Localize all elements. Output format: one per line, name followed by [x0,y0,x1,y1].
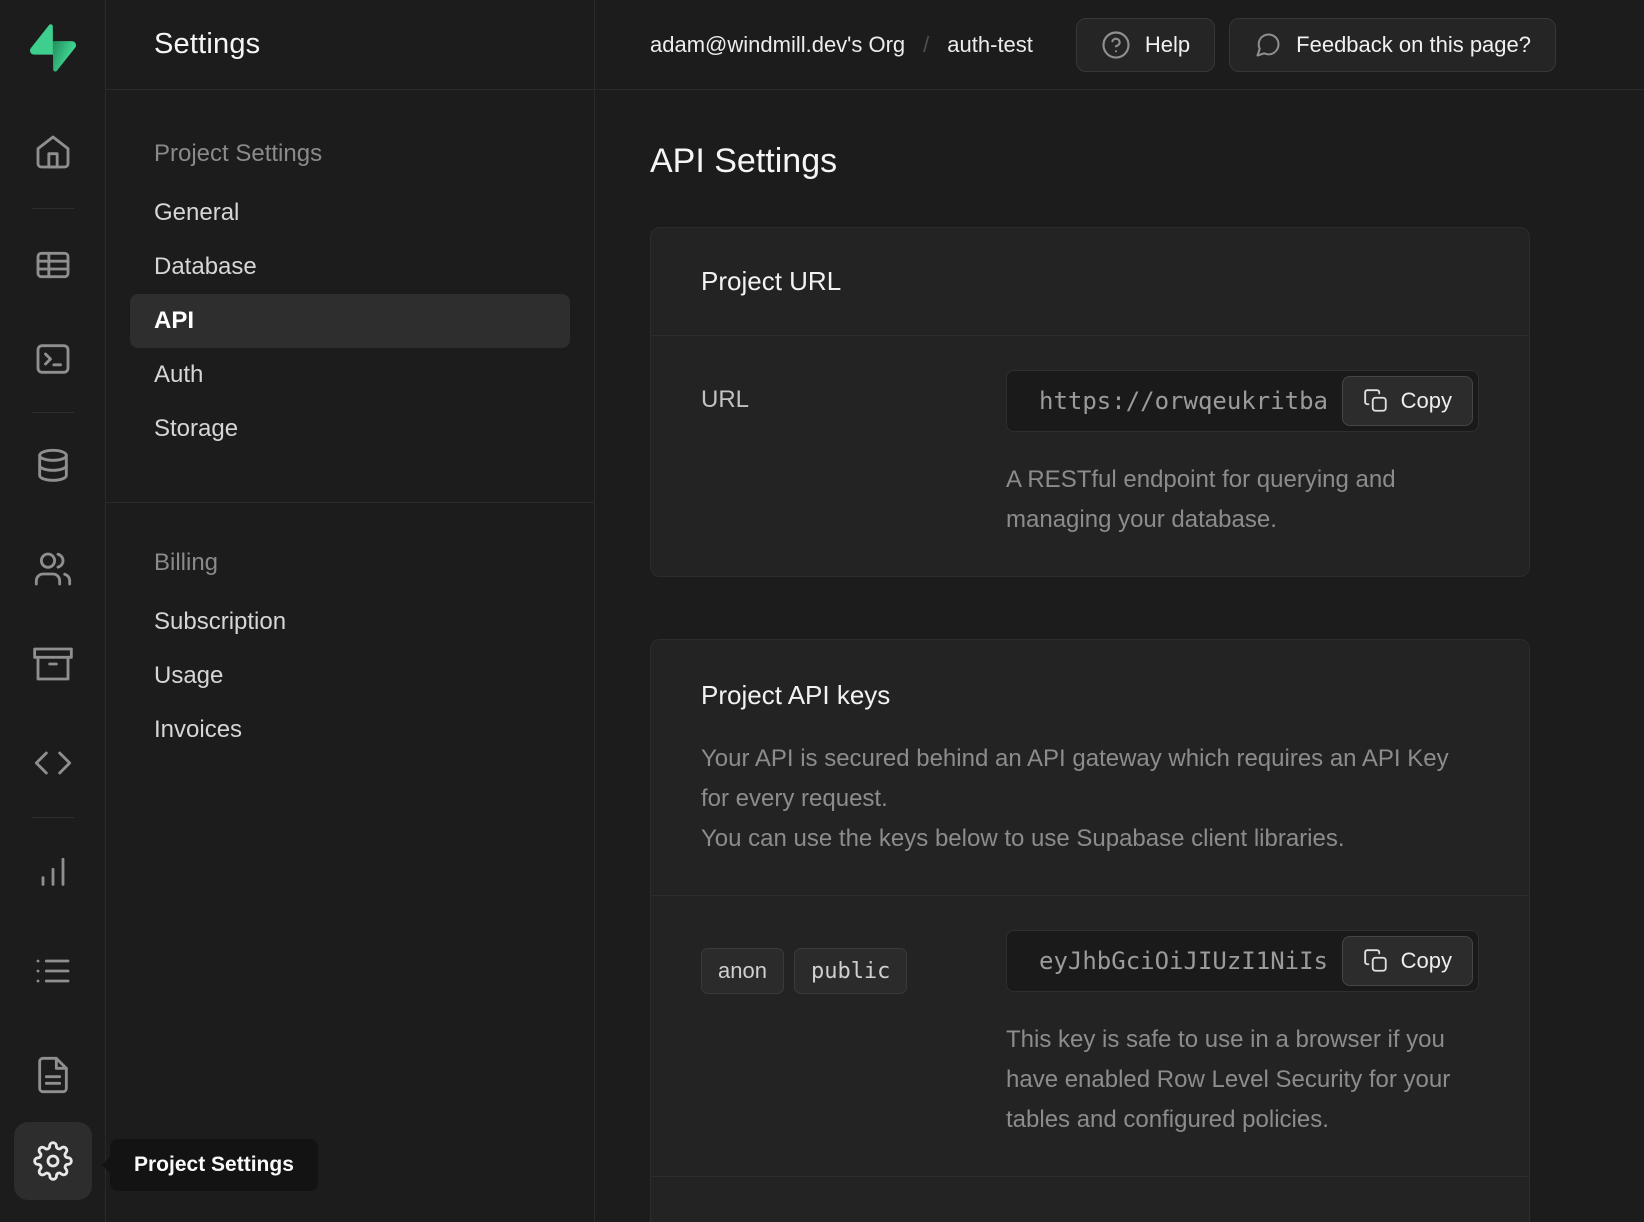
api-keys-intro-line2: You can use the keys below to use Supaba… [701,819,1479,859]
page-title: API Settings [650,142,1644,181]
sidebar-header: Settings [106,0,594,90]
project-url-card: Project URL URL https://orwqeukritbayp [650,227,1530,577]
table-editor-icon[interactable] [31,243,75,287]
breadcrumb-project[interactable]: auth-test [947,32,1033,58]
anon-key-description: This key is safe to use in a browser if … [1006,1020,1479,1140]
copy-url-label: Copy [1401,388,1452,414]
copy-anon-key-button[interactable]: Copy [1342,936,1473,986]
url-label-col: URL [701,370,1006,540]
copy-url-button[interactable]: Copy [1342,376,1473,426]
url-field-label: URL [701,386,749,413]
sidebar-item-usage[interactable]: Usage [106,649,594,703]
home-icon[interactable] [31,130,75,174]
sidebar-item-auth[interactable]: Auth [106,348,594,402]
api-keys-intro-line1: Your API is secured behind an API gatewa… [701,739,1479,819]
rail-divider [32,208,74,209]
api-docs-icon[interactable] [31,1053,75,1097]
database-icon[interactable] [31,445,75,489]
copy-icon [1363,948,1389,974]
help-button-label: Help [1145,32,1190,58]
sidebar-item-invoices[interactable]: Invoices [106,703,594,757]
supabase-logo[interactable] [30,24,76,72]
sidebar-item-api[interactable]: API [130,294,570,348]
anon-key-value-col: eyJhbGciOiJIUzI1NiIsIn Copy This key is … [1006,930,1479,1140]
sidebar-item-storage[interactable]: Storage [106,402,594,456]
app-root: Project Settings Settings Project Settin… [0,0,1644,1222]
project-settings-tooltip: Project Settings [110,1139,318,1191]
api-keys-card-header: Project API keys Your API is secured beh… [651,640,1529,896]
section-heading-billing: Billing [106,549,594,579]
api-keys-card: Project API keys Your API is secured beh… [650,639,1530,1222]
breadcrumb-separator: / [923,32,929,58]
settings-sidebar: Settings Project Settings General Databa… [106,0,595,1222]
sidebar-item-general[interactable]: General [106,186,594,240]
anon-key-value: eyJhbGciOiJIUzI1NiIsIn [1039,947,1328,975]
icon-rail: Project Settings [0,0,106,1222]
storage-icon[interactable] [31,642,75,686]
anon-key-field[interactable]: eyJhbGciOiJIUzI1NiIsIn Copy [1006,930,1479,992]
api-keys-card-title: Project API keys [701,680,1479,711]
sidebar-divider [106,502,594,503]
main-column: adam@windmill.dev's Org / auth-test Help… [595,0,1644,1222]
anon-key-label-col: anon public [701,930,1006,1140]
edge-functions-icon[interactable] [31,741,75,785]
feedback-button[interactable]: Feedback on this page? [1229,18,1556,72]
anon-badge: anon [701,948,784,994]
url-field-row: URL https://orwqeukritbayp Copy [651,336,1529,576]
help-button[interactable]: Help [1076,18,1215,72]
help-circle-icon [1101,30,1131,60]
logs-icon[interactable] [31,949,75,993]
sql-editor-icon[interactable] [31,337,75,381]
project-url-value: https://orwqeukritbayp [1039,387,1328,415]
feedback-button-label: Feedback on this page? [1296,32,1531,58]
sidebar-title: Settings [154,28,260,61]
reports-icon[interactable] [31,849,75,893]
supabase-bolt-icon [30,24,76,72]
rail-divider [32,412,74,413]
sidebar-nav: Project Settings General Database API Au… [106,90,594,757]
anon-key-badges: anon public [701,946,1006,994]
public-badge: public [794,948,907,994]
sidebar-item-database[interactable]: Database [106,240,594,294]
api-settings-page: API Settings Project URL URL https://orw… [595,90,1644,1222]
url-description: A RESTful endpoint for querying and mana… [1006,460,1476,540]
sidebar-item-subscription[interactable]: Subscription [106,595,594,649]
section-heading-project-settings: Project Settings [106,140,594,170]
project-url-card-header: Project URL [651,228,1529,336]
auth-users-icon[interactable] [31,547,75,591]
speech-bubble-icon [1254,31,1282,59]
copy-icon [1363,388,1389,414]
breadcrumb-org[interactable]: adam@windmill.dev's Org [650,32,905,58]
anon-key-row: anon public eyJhbGciOiJIUzI1NiIsIn Copy [651,896,1529,1176]
url-value-col: https://orwqeukritbayp Copy A RESTful en… [1006,370,1479,540]
settings-gear-icon [31,1139,75,1183]
project-url-field[interactable]: https://orwqeukritbayp Copy [1006,370,1479,432]
top-bar: adam@windmill.dev's Org / auth-test Help… [595,0,1644,90]
project-settings-button[interactable] [14,1122,92,1200]
rail-divider [32,817,74,818]
project-url-card-title: Project URL [701,266,841,297]
copy-anon-key-label: Copy [1401,948,1452,974]
card-tail [651,1177,1529,1222]
